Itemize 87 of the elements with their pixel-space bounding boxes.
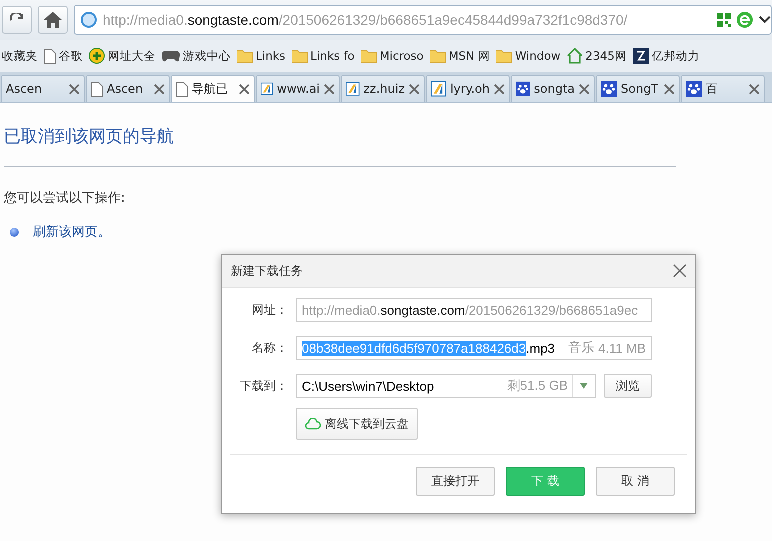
plus-circle-icon — [89, 48, 105, 64]
site-favicon-icon — [261, 81, 274, 97]
tab-title: SongT — [621, 82, 660, 96]
close-icon[interactable] — [324, 84, 335, 94]
bookmark-link[interactable]: 收藏夹 — [2, 48, 38, 64]
suggestion-text: 您可以尝试以下操作: — [4, 190, 126, 207]
close-icon[interactable] — [579, 84, 590, 94]
close-icon — [673, 264, 687, 278]
bookmark-link[interactable]: 亿邦动力 — [632, 48, 700, 64]
tab-title: lyry.oh — [450, 82, 490, 96]
file-size-text: 4.11 MB — [598, 340, 646, 356]
close-icon[interactable] — [409, 84, 420, 94]
refresh-button[interactable] — [2, 6, 32, 34]
browser-tab[interactable]: 百 — [681, 75, 765, 102]
refresh-link[interactable]: 刷新该网页。 — [33, 223, 111, 241]
file-type-text: 音乐 — [568, 339, 595, 357]
e-logo-icon[interactable] — [737, 12, 753, 28]
bookmark-link[interactable]: 游戏中心 — [162, 48, 231, 64]
browser-tab[interactable]: 导航已 — [171, 75, 255, 102]
page-heading: 已取消到该网页的导航 — [4, 125, 676, 167]
cloud-icon — [305, 418, 321, 430]
close-icon[interactable] — [154, 84, 165, 94]
bookmark-link[interactable]: Links fo — [292, 49, 355, 63]
home-icon — [44, 12, 62, 28]
qr-code-icon[interactable] — [717, 13, 731, 27]
folder-icon — [360, 50, 377, 62]
close-icon[interactable] — [239, 84, 250, 94]
bookmark-link[interactable]: 2345网 — [566, 48, 627, 64]
paw-icon — [601, 81, 617, 97]
chevron-down-icon[interactable] — [759, 16, 771, 24]
bookmark-link[interactable]: Microso — [360, 49, 424, 63]
tab-title: 导航已 — [192, 80, 229, 98]
bookmark-link[interactable]: 网址大全 — [89, 48, 156, 64]
field-label: 下载到： — [239, 378, 288, 394]
folder-icon — [292, 50, 308, 62]
folder-icon — [496, 50, 512, 62]
paw-icon — [686, 81, 702, 97]
home-button[interactable] — [38, 6, 68, 34]
cloud-download-button[interactable]: 离线下载到云盘 — [296, 408, 418, 440]
bookmark-link[interactable]: Window — [496, 49, 561, 63]
bookmark-link[interactable]: MSN 网 — [430, 48, 490, 64]
browser-tab[interactable]: zz.huiz — [341, 75, 425, 102]
gamepad-icon — [162, 49, 180, 63]
close-icon[interactable] — [69, 84, 80, 94]
address-bar[interactable]: http://media0.songtaste.com/201506261329/b668651a9ec45844d99a732f1c98d370/ — [74, 5, 772, 35]
page-icon — [91, 82, 103, 96]
url-field[interactable]: http://media0.songtaste.com/201506261329/b668651a9ec — [296, 298, 652, 322]
site-favicon-icon — [431, 81, 446, 97]
browser-tab[interactable]: Ascen — [86, 75, 170, 102]
tab-title: 百 — [706, 80, 719, 98]
close-button[interactable] — [673, 264, 687, 278]
dialog-title: 新建下载任务 — [231, 262, 303, 280]
paw-icon — [516, 81, 530, 97]
save-path-dropdown[interactable]: C:\Users\win7\Desktop 剩51.5 GB — [296, 374, 596, 398]
globe-icon — [81, 12, 97, 28]
tab-title: www.ai — [277, 82, 320, 96]
cancel-button[interactable]: 取 消 — [596, 467, 675, 496]
free-space-text: 剩51.5 GB — [507, 377, 568, 395]
tab-title: zz.huiz — [364, 82, 405, 96]
close-icon[interactable] — [749, 84, 760, 94]
browser-tab[interactable]: www.ai — [256, 75, 340, 102]
dropdown-arrow-icon — [580, 383, 588, 389]
house-icon — [566, 48, 583, 64]
folder-icon — [237, 50, 253, 62]
bookmark-link[interactable]: Links — [237, 49, 286, 63]
tab-title: songta — [534, 82, 575, 96]
page-icon — [44, 48, 56, 64]
bookmark-link[interactable]: 谷歌 — [44, 48, 83, 64]
filename-field[interactable]: 08b38dee91dfd6d5f970787a188426d3.mp3 音乐 4.11 MB — [296, 336, 652, 360]
site-favicon-icon — [346, 81, 360, 97]
browser-tab[interactable]: lyry.oh — [426, 75, 510, 102]
close-icon[interactable] — [664, 84, 675, 94]
browser-tab[interactable]: songta — [511, 75, 595, 102]
bullet-icon — [10, 228, 19, 236]
folder-icon — [430, 50, 446, 62]
open-directly-button[interactable]: 直接打开 — [416, 467, 495, 496]
tab-title: Ascen — [107, 82, 144, 96]
page-icon — [176, 82, 188, 96]
url-text: http://media0.songtaste.com/201506261329/b668651a9ec45844d99a732f1c98d370/ — [103, 12, 629, 28]
close-icon[interactable] — [494, 84, 505, 94]
field-label: 名称： — [251, 340, 288, 356]
square-logo-icon — [632, 48, 649, 64]
tab-title: Ascen — [6, 82, 44, 96]
field-label: 网址： — [251, 302, 288, 318]
browse-button[interactable]: 浏览 — [604, 374, 652, 398]
browser-tab[interactable]: SongT — [596, 75, 680, 102]
browser-tab[interactable]: Ascen — [1, 75, 85, 102]
